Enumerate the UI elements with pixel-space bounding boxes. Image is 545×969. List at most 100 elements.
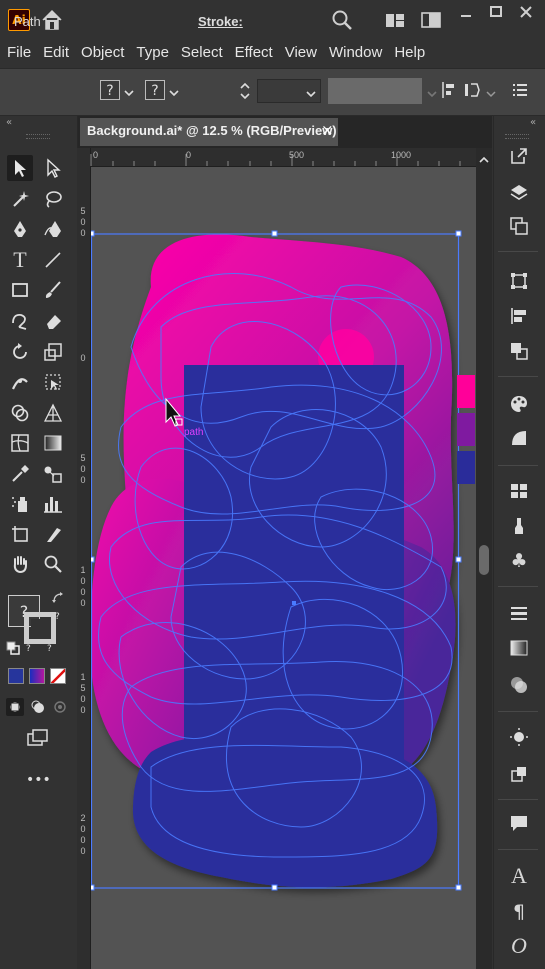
document-tab-close-icon[interactable]: × xyxy=(321,121,334,139)
menu-file[interactable]: File xyxy=(0,44,37,61)
shape-builder-tool-icon[interactable] xyxy=(7,400,33,426)
stroke-label[interactable]: Stroke: xyxy=(198,14,243,29)
symbols-icon[interactable]: ♣ xyxy=(509,550,529,572)
maximize-icon[interactable] xyxy=(487,4,505,18)
opentype-icon[interactable]: O xyxy=(509,933,529,958)
pen-tool-icon[interactable] xyxy=(7,216,33,242)
color-guide-icon[interactable] xyxy=(509,428,529,448)
swatches-icon[interactable] xyxy=(509,481,529,501)
graphic-styles-icon[interactable] xyxy=(509,764,529,784)
swap-fill-stroke-icon[interactable] xyxy=(51,590,65,604)
export-icon[interactable] xyxy=(509,146,529,166)
close-icon[interactable] xyxy=(517,4,535,18)
ruler-v-digit: 0 xyxy=(80,587,86,597)
draw-behind-icon[interactable] xyxy=(29,698,47,716)
rotate-tool-icon[interactable] xyxy=(7,339,33,365)
menu-edit[interactable]: Edit xyxy=(37,44,75,61)
document-tab-title[interactable]: Background.ai* @ 12.5 % (RGB/Preview) xyxy=(87,123,337,138)
stroke-stepper-icon[interactable] xyxy=(238,80,252,102)
paintbrush-tool-icon[interactable] xyxy=(40,277,66,303)
transform-icon[interactable] xyxy=(463,80,485,100)
eyedropper-tool-icon[interactable] xyxy=(7,461,33,487)
scroll-up-chevron-icon[interactable] xyxy=(478,151,490,163)
color-mode-button[interactable] xyxy=(8,668,24,684)
column-graph-tool-icon[interactable] xyxy=(40,491,66,517)
ruler-v-digit: 0 xyxy=(80,598,86,608)
edit-toolbar-icon[interactable]: ••• xyxy=(26,772,51,788)
search-icon[interactable] xyxy=(331,9,353,31)
fill-dropdown-chevron-icon[interactable] xyxy=(123,84,135,97)
minimize-icon[interactable] xyxy=(457,6,475,20)
menu-select[interactable]: Select xyxy=(175,44,229,61)
menu-window[interactable]: Window xyxy=(323,44,388,61)
profile-chevron-icon[interactable] xyxy=(426,85,438,98)
magic-wand-tool-icon[interactable] xyxy=(7,186,33,212)
variable-width-profile-field[interactable] xyxy=(328,78,422,104)
layers-icon[interactable] xyxy=(509,183,529,203)
appearance-icon[interactable] xyxy=(509,727,529,747)
draw-inside-icon[interactable] xyxy=(51,698,69,716)
scrollbar-thumb[interactable] xyxy=(479,545,489,575)
symbol-sprayer-tool-icon[interactable] xyxy=(7,491,33,517)
menu-help[interactable]: Help xyxy=(388,44,431,61)
eraser-tool-icon[interactable] xyxy=(40,308,66,334)
rectangle-tool-icon[interactable] xyxy=(7,277,33,303)
menu-object[interactable]: Object xyxy=(75,44,130,61)
stroke-swatch[interactable]: ? xyxy=(145,80,165,100)
stroke-dropdown-chevron-icon[interactable] xyxy=(168,84,180,97)
right-panel-dock xyxy=(493,116,545,969)
pathfinder-icon[interactable] xyxy=(509,341,529,361)
lasso-tool-icon[interactable] xyxy=(40,186,66,212)
stroke-panel-icon[interactable] xyxy=(509,603,529,623)
stroke-weight-chevron-icon[interactable] xyxy=(305,85,317,98)
artboard-tool-icon[interactable] xyxy=(7,521,33,547)
transform-panel-icon[interactable] xyxy=(509,271,529,291)
control-bar-menu-icon[interactable] xyxy=(512,82,528,98)
scale-tool-icon[interactable] xyxy=(40,339,66,365)
menu-type[interactable]: Type xyxy=(130,44,175,61)
transform-chevron-icon[interactable] xyxy=(486,85,496,98)
line-segment-tool-icon[interactable] xyxy=(40,247,66,273)
blend-tool-icon[interactable] xyxy=(40,461,66,487)
zoom-tool-icon[interactable] xyxy=(40,551,66,577)
menu-effect[interactable]: Effect xyxy=(229,44,279,61)
gradient-panel-icon[interactable] xyxy=(509,638,529,658)
color-palette-icon[interactable] xyxy=(509,394,529,414)
hand-tool-icon[interactable] xyxy=(7,551,33,577)
default-fill-stroke-icon[interactable] xyxy=(6,640,20,655)
direct-selection-tool-icon[interactable] xyxy=(40,155,66,181)
align-icon[interactable] xyxy=(440,80,456,100)
free-transform-tool-icon[interactable] xyxy=(40,369,66,395)
panel-layout-icon[interactable] xyxy=(421,11,441,29)
brushes-icon[interactable] xyxy=(509,516,529,536)
curvature-tool-icon[interactable] xyxy=(40,216,66,242)
transparency-icon[interactable] xyxy=(509,675,529,695)
perspective-grid-tool-icon[interactable] xyxy=(40,400,66,426)
width-tool-icon[interactable] xyxy=(7,369,33,395)
align-panel-icon[interactable] xyxy=(509,306,529,326)
artwork[interactable] xyxy=(91,167,476,969)
collapse-left-icon[interactable]: « xyxy=(6,117,12,128)
collapse-right-icon[interactable]: « xyxy=(530,117,536,128)
home-icon[interactable] xyxy=(40,8,64,32)
character-icon[interactable]: A xyxy=(509,863,529,888)
stroke-placeholder-2: ? xyxy=(26,644,31,654)
selection-tool-icon[interactable] xyxy=(7,155,33,181)
gradient-tool-icon[interactable] xyxy=(40,430,66,456)
arrange-documents-icon[interactable] xyxy=(385,11,405,29)
paragraph-icon[interactable]: ¶ xyxy=(509,901,529,923)
gradient-mode-button[interactable] xyxy=(29,668,45,684)
tools-drag-handle[interactable] xyxy=(26,134,50,139)
screen-mode-icon[interactable] xyxy=(25,728,51,750)
mesh-tool-icon[interactable] xyxy=(7,430,33,456)
fill-swatch[interactable]: ? xyxy=(100,80,120,100)
artboards-icon[interactable] xyxy=(509,216,529,236)
shaper-tool-icon[interactable] xyxy=(7,308,33,334)
panel-drag-handle[interactable] xyxy=(505,134,529,139)
none-mode-button[interactable] xyxy=(50,668,66,684)
comments-icon[interactable] xyxy=(509,813,529,833)
draw-normal-icon[interactable] xyxy=(6,698,24,716)
type-tool-icon[interactable]: T xyxy=(7,247,33,273)
menu-view[interactable]: View xyxy=(279,44,323,61)
slice-tool-icon[interactable] xyxy=(40,521,66,547)
